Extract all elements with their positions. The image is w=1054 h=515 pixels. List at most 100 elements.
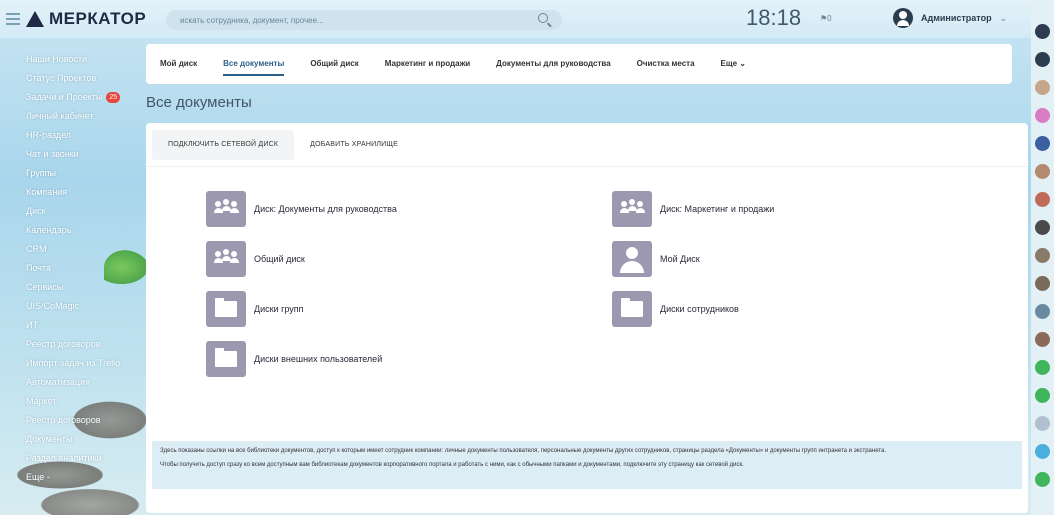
sidebar-item[interactable]: Импорт задач из Trello <box>0 354 142 373</box>
rail-avatar[interactable] <box>1035 192 1050 207</box>
rail-avatar[interactable] <box>1035 276 1050 291</box>
sidebar-item[interactable]: Задачи и Проекты 25 <box>0 88 142 107</box>
sidebar-item[interactable]: Чат и звонки <box>0 145 142 164</box>
user-menu[interactable]: Администратор ⌄ <box>893 8 1007 28</box>
sidebar-item[interactable]: Раздел аналитики <box>0 449 142 468</box>
info-box: Здесь показаны ссылки на все библиотеки … <box>152 441 1022 489</box>
sidebar-item[interactable]: Личный кабинет <box>0 107 142 126</box>
rail-avatar[interactable] <box>1035 388 1050 403</box>
search-icon[interactable] <box>538 13 548 23</box>
rail-avatar[interactable] <box>1035 80 1050 95</box>
rail-avatar[interactable] <box>1035 136 1050 151</box>
tab[interactable]: Все документы <box>223 44 285 84</box>
sidebar-item[interactable]: Автоматизация <box>0 373 142 392</box>
group-icon <box>612 191 652 227</box>
sidebar-item[interactable]: Документы <box>0 430 142 449</box>
sidebar-item-label: Диск <box>26 206 46 216</box>
sidebar-item-label: Реестр договоров <box>26 339 101 349</box>
sidebar-item[interactable]: Наши Новости <box>0 50 142 69</box>
sidebar-item-label: Импорт задач из Trello <box>26 358 121 368</box>
connect-network-drive-button[interactable]: Подключить сетевой диск <box>152 129 295 160</box>
sidebar-item[interactable]: HR-раздел <box>0 126 142 145</box>
rail-avatar[interactable] <box>1035 416 1050 431</box>
rail-avatar[interactable] <box>1035 444 1050 459</box>
rail-avatar[interactable] <box>1035 360 1050 375</box>
sidebar-item[interactable]: ИТ <box>0 316 142 335</box>
top-bar: МЕРКАТОР искать сотрудника, документ, пр… <box>0 0 1054 38</box>
disk-item[interactable]: Диски сотрудников <box>612 291 739 327</box>
rail-avatar[interactable] <box>1035 220 1050 235</box>
logo[interactable]: МЕРКАТОР <box>26 9 146 29</box>
disk-item[interactable]: Общий диск <box>206 241 305 277</box>
right-rail <box>1031 0 1054 515</box>
disk-label: Общий диск <box>254 254 305 264</box>
sidebar-item-label: Чат и звонки <box>26 149 79 159</box>
sidebar-item-label: Почта <box>26 263 51 273</box>
tab[interactable]: Мой диск <box>160 44 197 84</box>
page-title: Все документы ☆ <box>146 94 269 111</box>
user-name: Администратор <box>921 13 992 23</box>
sidebar-item[interactable]: CRM <box>0 240 142 259</box>
clock[interactable]: 18:18 <box>746 5 801 31</box>
rail-avatar[interactable] <box>1035 332 1050 347</box>
sidebar-item-label: Личный кабинет <box>26 111 94 121</box>
page-title-text: Все документы <box>146 94 252 111</box>
rail-avatar[interactable] <box>1035 304 1050 319</box>
search-input[interactable]: искать сотрудника, документ, прочее... <box>166 10 562 30</box>
tab[interactable]: Очистка места <box>637 44 695 84</box>
counter-badge: 25 <box>106 92 121 104</box>
sidebar-item[interactable]: Сервисы <box>0 278 142 297</box>
rail-avatar[interactable] <box>1035 248 1050 263</box>
sidebar-item[interactable]: Группы <box>0 164 142 183</box>
disk-item[interactable]: Диск: Документы для руководства <box>206 191 397 227</box>
sidebar-item-label: UIS/CoMagic <box>26 301 80 311</box>
sidebar-item[interactable]: Календарь <box>0 221 142 240</box>
rail-avatar[interactable] <box>1035 24 1050 39</box>
star-icon[interactable]: ☆ <box>258 96 269 110</box>
sidebar-item[interactable]: Диск <box>0 202 142 221</box>
disk-item[interactable]: Диски внешних пользователей <box>206 341 382 377</box>
rail-avatar[interactable] <box>1035 108 1050 123</box>
add-storage-button[interactable]: Добавить хранилище <box>294 130 414 160</box>
tab[interactable]: Маркетинг и продажи <box>385 44 470 84</box>
group-icon <box>206 191 246 227</box>
sidebar-item-label: Еще - <box>26 472 50 482</box>
folder-icon <box>206 341 246 377</box>
sidebar-item[interactable]: Реестр договоров <box>0 411 142 430</box>
disk-label: Диск: Маркетинг и продажи <box>660 204 775 214</box>
menu-icon[interactable] <box>6 13 20 25</box>
avatar <box>893 8 913 28</box>
sidebar-item-label: Автоматизация <box>26 377 90 387</box>
documents-panel: Подключить сетевой диск Добавить хранили… <box>146 123 1028 513</box>
folder-icon <box>206 291 246 327</box>
sidebar-item-label: ИТ <box>26 320 38 330</box>
sidebar-item[interactable]: Почта <box>0 259 142 278</box>
sidebar-item-label: Реестр договоров <box>26 415 101 425</box>
sidebar-item[interactable]: Статус Проектов <box>0 69 142 88</box>
rail-avatar[interactable] <box>1035 52 1050 67</box>
sidebar-item-label: Сервисы <box>26 282 64 292</box>
sidebar-item-label: Группы <box>26 168 56 178</box>
sidebar-item[interactable]: UIS/CoMagic <box>0 297 142 316</box>
folder-icon <box>612 291 652 327</box>
disk-item[interactable]: Мой Диск <box>612 241 700 277</box>
group-icon <box>206 241 246 277</box>
tab[interactable]: Документы для руководства <box>496 44 610 84</box>
rail-avatar[interactable] <box>1035 164 1050 179</box>
logo-text: МЕРКАТОР <box>49 9 147 28</box>
disk-label: Мой Диск <box>660 254 700 264</box>
sidebar-item[interactable]: Реестр договоров <box>0 335 142 354</box>
disk-item[interactable]: Диски групп <box>206 291 304 327</box>
disk-label: Диски групп <box>254 304 304 314</box>
sidebar-item-label: Календарь <box>26 225 72 235</box>
tab[interactable]: Еще ⌄ <box>721 44 746 84</box>
sidebar-item[interactable]: Компания <box>0 183 142 202</box>
sidebar-item[interactable]: Маркет <box>0 392 142 411</box>
search-placeholder: искать сотрудника, документ, прочее... <box>180 15 324 25</box>
disk-label: Диск: Документы для руководства <box>254 204 397 214</box>
tab[interactable]: Общий диск <box>310 44 358 84</box>
disk-item[interactable]: Диск: Маркетинг и продажи <box>612 191 774 227</box>
rail-avatar[interactable] <box>1035 472 1050 487</box>
sidebar-item[interactable]: Еще - <box>0 468 142 487</box>
sidebar-item-label: HR-раздел <box>26 130 72 140</box>
